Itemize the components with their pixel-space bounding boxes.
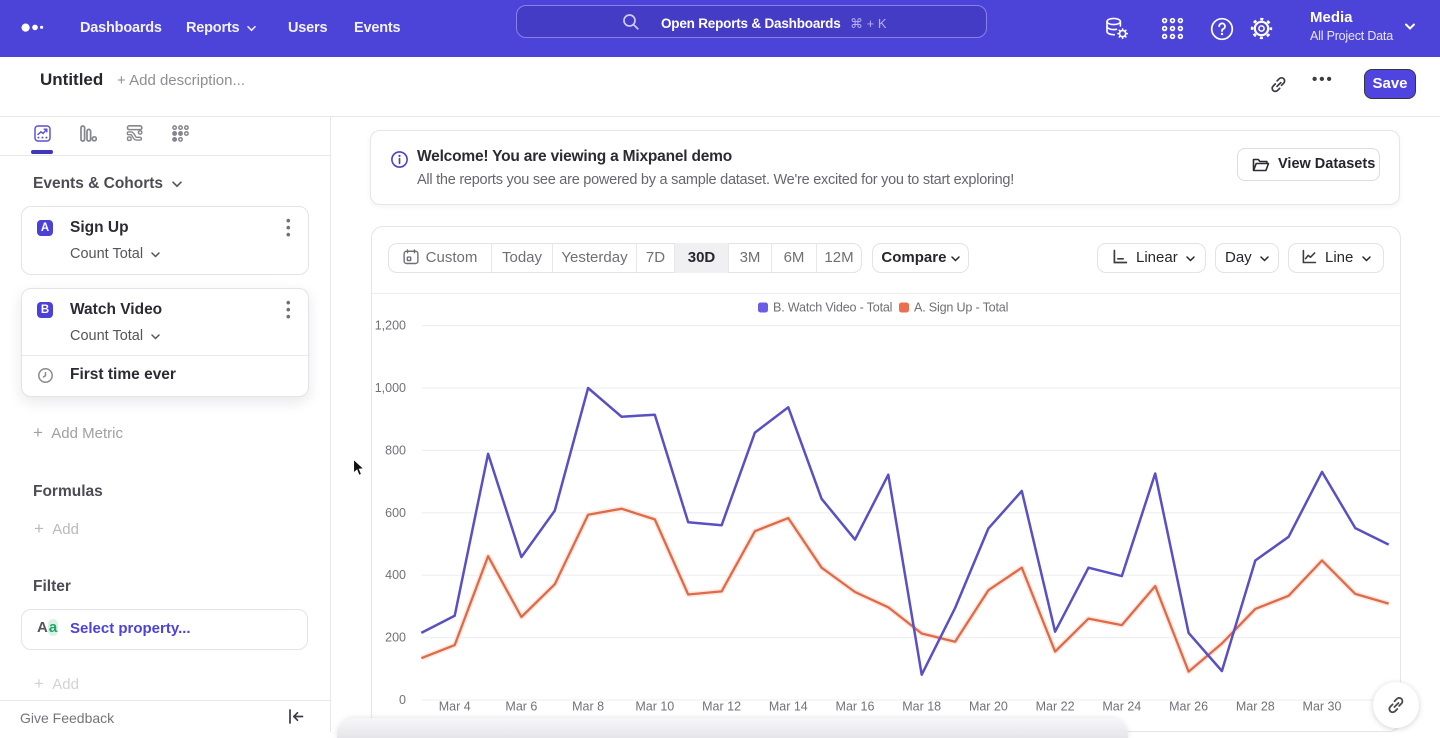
svg-text:Mar 30: Mar 30 <box>1303 700 1342 714</box>
svg-text:A. Sign Up - Total: A. Sign Up - Total <box>914 301 1008 315</box>
svg-text:Mar 28: Mar 28 <box>1236 700 1275 714</box>
svg-text:Mar 12: Mar 12 <box>702 700 741 714</box>
svg-text:Mar 16: Mar 16 <box>836 700 875 714</box>
svg-text:B. Watch Video - Total: B. Watch Video - Total <box>773 301 892 315</box>
svg-text:Mar 8: Mar 8 <box>572 700 604 714</box>
svg-text:Mar 10: Mar 10 <box>635 700 674 714</box>
svg-text:1,200: 1,200 <box>375 319 406 333</box>
svg-text:Mar 6: Mar 6 <box>505 700 537 714</box>
svg-text:1,000: 1,000 <box>375 381 406 395</box>
svg-text:Mar 26: Mar 26 <box>1169 700 1208 714</box>
svg-text:600: 600 <box>385 506 406 520</box>
svg-text:Mar 24: Mar 24 <box>1102 700 1141 714</box>
svg-text:400: 400 <box>385 568 406 582</box>
svg-text:Mar 4: Mar 4 <box>439 700 471 714</box>
svg-text:Mar 14: Mar 14 <box>769 700 808 714</box>
svg-text:Mar 22: Mar 22 <box>1036 700 1075 714</box>
svg-text:800: 800 <box>385 443 406 457</box>
svg-text:0: 0 <box>399 693 406 707</box>
svg-text:Mar 20: Mar 20 <box>969 700 1008 714</box>
svg-text:Mar 18: Mar 18 <box>902 700 941 714</box>
svg-text:200: 200 <box>385 631 406 645</box>
